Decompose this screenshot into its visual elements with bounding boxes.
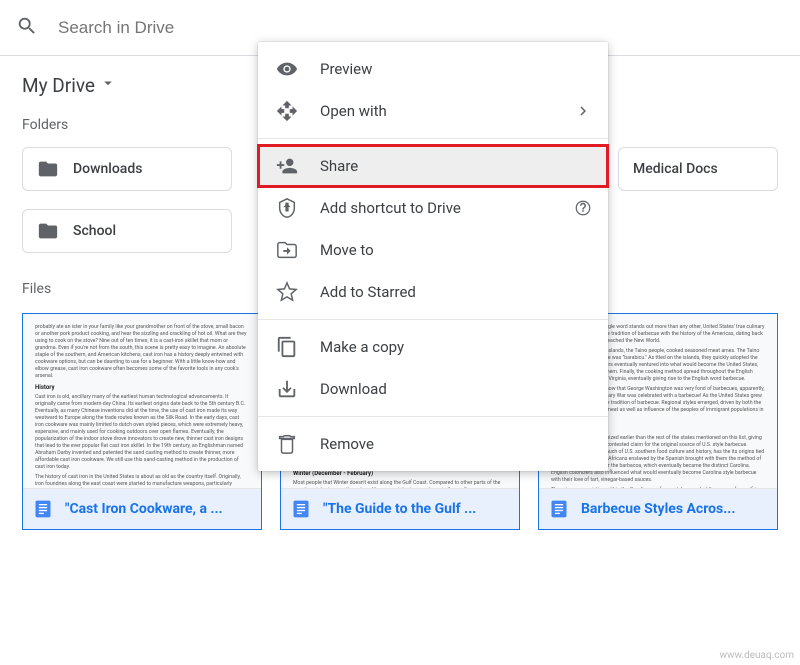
folder-label: Medical Docs: [633, 161, 718, 177]
docs-icon: [33, 499, 53, 519]
menu-make-copy[interactable]: Make a copy: [258, 326, 608, 368]
folder-label: Downloads: [73, 161, 142, 177]
file-title: "Cast Iron Cookware, a ...: [65, 501, 223, 517]
file-footer: "The Guide to the Gulf ...: [281, 489, 519, 529]
context-menu: Preview Open with Share Add shortcut to …: [258, 42, 608, 471]
shortcut-icon: [276, 197, 298, 219]
chevron-right-icon: [574, 102, 592, 120]
folder-icon: [37, 220, 59, 242]
star-icon: [276, 281, 298, 303]
download-icon: [276, 378, 298, 400]
search-icon: [16, 15, 38, 41]
file-footer: Barbecue Styles Acros...: [539, 489, 777, 529]
menu-label: Open with: [320, 102, 387, 120]
folder-school[interactable]: School: [22, 209, 232, 253]
menu-label: Download: [320, 380, 387, 398]
search-input[interactable]: [58, 18, 358, 38]
menu-label: Make a copy: [320, 338, 404, 356]
menu-label: Share: [320, 157, 358, 175]
file-thumbnail: probably ate an ister in your family lik…: [23, 314, 261, 489]
menu-download[interactable]: Download: [258, 368, 608, 410]
eye-icon: [276, 58, 298, 80]
menu-add-shortcut[interactable]: Add shortcut to Drive: [258, 187, 608, 229]
docs-icon: [549, 499, 569, 519]
copy-icon: [276, 336, 298, 358]
menu-remove[interactable]: Remove: [258, 423, 608, 465]
menu-preview[interactable]: Preview: [258, 48, 608, 90]
file-title: Barbecue Styles Acros...: [581, 501, 735, 517]
docs-icon: [291, 499, 311, 519]
menu-label: Remove: [320, 435, 374, 453]
file-card[interactable]: probably ate an ister in your family lik…: [22, 313, 262, 530]
help-icon: [574, 199, 592, 217]
menu-label: Add to Starred: [320, 283, 416, 301]
folder-downloads[interactable]: Downloads: [22, 147, 232, 191]
menu-divider: [258, 319, 608, 320]
menu-label: Move to: [320, 241, 374, 259]
move-icon: [276, 239, 298, 261]
folder-label: School: [73, 223, 116, 239]
menu-divider: [258, 416, 608, 417]
folder-medical-docs[interactable]: Medical Docs: [618, 147, 778, 191]
watermark: www.deuaq.com: [720, 650, 795, 661]
menu-label: Preview: [320, 60, 372, 78]
menu-divider: [258, 138, 608, 139]
file-title: "The Guide to the Gulf ...: [323, 501, 476, 517]
open-with-icon: [276, 100, 298, 122]
menu-move-to[interactable]: Move to: [258, 229, 608, 271]
breadcrumb-label: My Drive: [22, 74, 95, 97]
person-add-icon: [276, 155, 298, 177]
folder-icon: [37, 158, 59, 180]
menu-add-starred[interactable]: Add to Starred: [258, 271, 608, 313]
trash-icon: [276, 433, 298, 455]
menu-label: Add shortcut to Drive: [320, 199, 461, 217]
menu-open-with[interactable]: Open with: [258, 90, 608, 132]
file-footer: "Cast Iron Cookware, a ...: [23, 489, 261, 529]
menu-share[interactable]: Share: [258, 145, 608, 187]
dropdown-icon: [95, 74, 117, 97]
